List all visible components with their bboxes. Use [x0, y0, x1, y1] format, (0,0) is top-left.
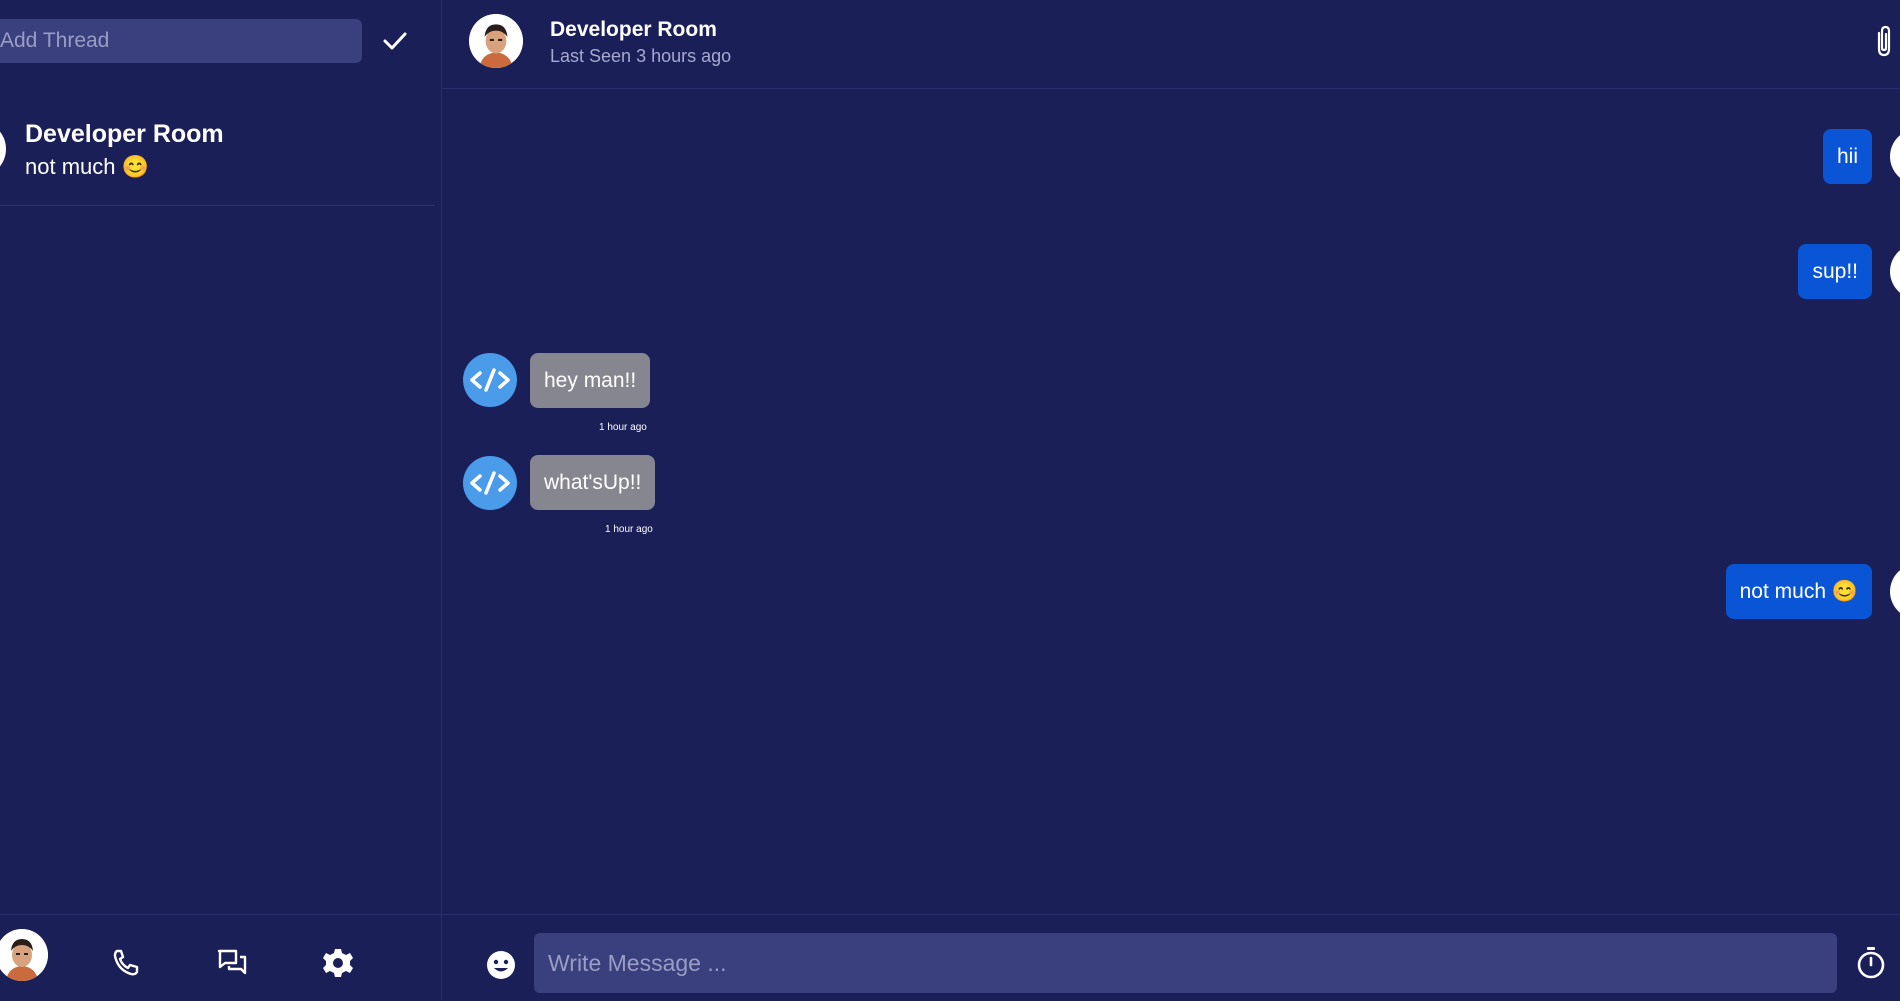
contact-avatar[interactable] — [469, 14, 523, 68]
add-thread-input[interactable] — [0, 19, 362, 63]
chat-title: Developer Room — [550, 18, 717, 41]
chat-icon[interactable] — [216, 947, 248, 979]
conversation-preview: not much 😊 — [25, 154, 149, 179]
message-composer — [442, 914, 1900, 1001]
timer-icon[interactable] — [1855, 946, 1887, 980]
sender-avatar — [1890, 129, 1900, 184]
chat-header: Developer Room Last Seen 3 hours ago — [442, 0, 1900, 89]
code-avatar-icon — [463, 353, 517, 407]
outgoing-message: hii — [1822, 129, 1872, 184]
thread-bar — [0, 0, 441, 88]
message-timestamp: 1 hour ago — [605, 524, 653, 535]
incoming-message: hey man!! — [530, 353, 651, 408]
sender-avatar — [1890, 244, 1900, 299]
message-timestamp: 1 hour ago — [599, 422, 647, 433]
phone-icon[interactable] — [110, 947, 142, 979]
code-avatar-icon — [463, 456, 517, 510]
checkmark-icon[interactable] — [380, 26, 410, 56]
conversation-avatar — [0, 121, 6, 177]
outgoing-message: sup!! — [1798, 244, 1872, 299]
last-seen-status: Last Seen 3 hours ago — [550, 46, 732, 66]
sidebar: Developer Room not much 😊 — [0, 0, 442, 1000]
sender-avatar — [1890, 564, 1900, 619]
bottom-nav — [0, 914, 441, 1001]
incoming-message: what'sUp!! — [530, 455, 656, 510]
conversation-item[interactable]: Developer Room not much 😊 — [0, 105, 435, 206]
gear-icon[interactable] — [322, 947, 354, 979]
outgoing-message: not much 😊 — [1725, 564, 1872, 619]
user-avatar[interactable] — [0, 929, 48, 981]
conversation-name: Developer Room — [25, 120, 224, 148]
emoji-icon[interactable] — [485, 949, 517, 981]
paperclip-icon[interactable] — [1869, 25, 1899, 59]
message-input[interactable] — [534, 933, 1837, 993]
message-list: hii sup!! hey man!! 1 hour ago what'sUp!… — [442, 89, 1900, 913]
